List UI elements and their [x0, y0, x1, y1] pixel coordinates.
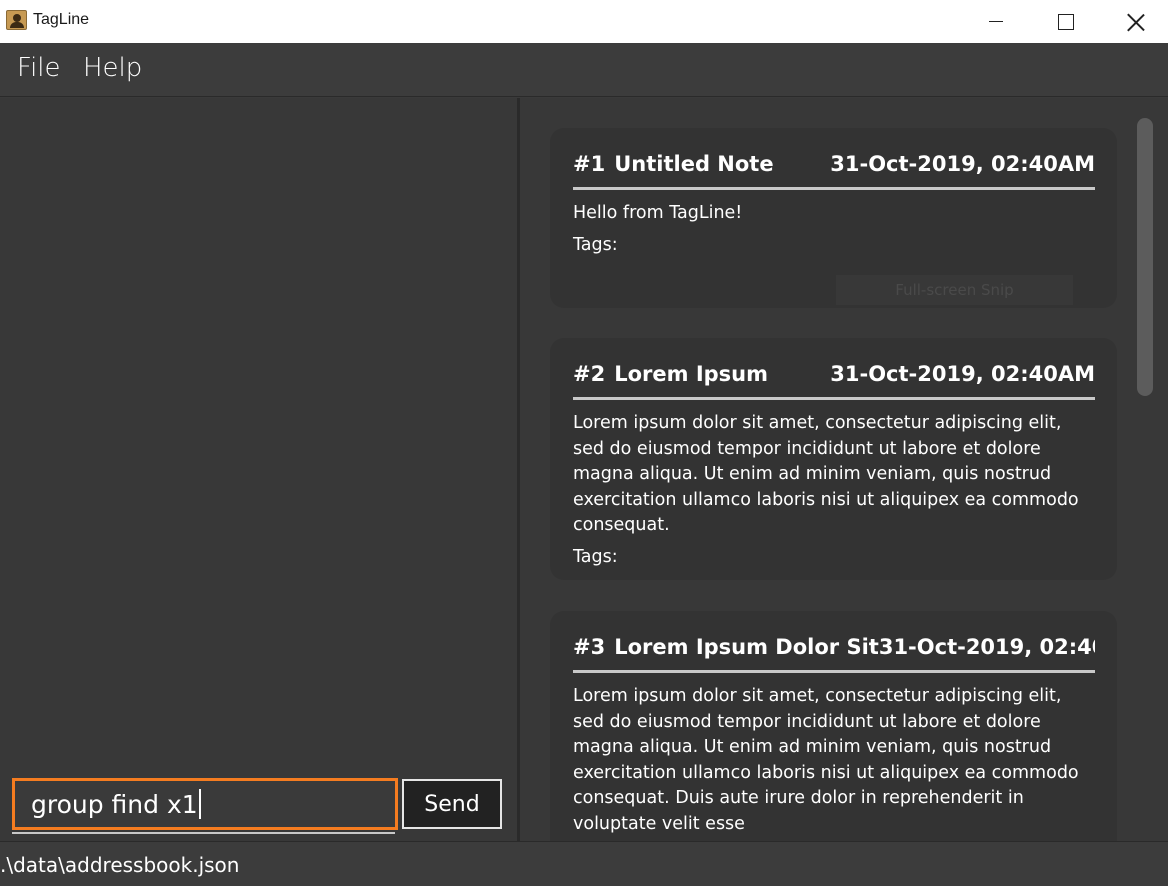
- window-title: TagLine: [33, 11, 90, 28]
- menu-file[interactable]: File: [17, 53, 61, 83]
- note-card-header: #2 Lorem Ipsum 31-Oct-2019, 02:40AM: [573, 362, 1095, 400]
- minimize-button[interactable]: [961, 0, 1031, 43]
- title-bar: TagLine: [0, 0, 1168, 43]
- note-content: Lorem ipsum dolor sit amet, consectetur …: [573, 413, 1079, 535]
- save-location-path: .\data\addressbook.json: [0, 853, 240, 877]
- snip-overlay-ghost: Full-screen Snip: [836, 275, 1073, 305]
- command-input-underline: [12, 832, 395, 834]
- note-tags-label: Tags:: [573, 234, 618, 255]
- text-caret: [198, 789, 201, 819]
- note-title: Lorem Ipsum Dolor Sit: [614, 635, 879, 659]
- send-button[interactable]: Send: [402, 779, 502, 829]
- note-card[interactable]: #2 Lorem Ipsum 31-Oct-2019, 02:40AM Lore…: [550, 338, 1117, 580]
- maximize-icon: [1058, 13, 1074, 30]
- minimize-icon: [989, 21, 1003, 22]
- note-card[interactable]: #3 Lorem Ipsum Dolor Sit 31-Oct-2019, 02…: [550, 611, 1117, 841]
- maximize-button[interactable]: [1031, 0, 1101, 43]
- note-date: 31-Oct-2019, 02:40AM: [830, 152, 1095, 176]
- note-index: #2: [573, 362, 606, 386]
- contact-book-icon: [6, 10, 27, 30]
- note-card[interactable]: #1 Untitled Note 31-Oct-2019, 02:40AM He…: [550, 128, 1117, 308]
- note-date: 31-Oct-2019, 02:40...: [878, 635, 1095, 659]
- scrollbar-thumb[interactable]: [1137, 118, 1153, 396]
- note-content: Lorem ipsum dolor sit amet, consectetur …: [573, 686, 1079, 834]
- note-card-header: #3 Lorem Ipsum Dolor Sit 31-Oct-2019, 02…: [573, 635, 1095, 673]
- menu-bar: File Help: [0, 43, 1168, 97]
- note-tags-label: Tags:: [573, 546, 618, 567]
- note-index: #1: [573, 152, 606, 176]
- close-icon: [1127, 13, 1145, 31]
- close-button[interactable]: [1101, 0, 1168, 43]
- result-display-panel: [0, 98, 517, 841]
- note-date: 31-Oct-2019, 02:40AM: [830, 362, 1095, 386]
- note-card-header: #1 Untitled Note 31-Oct-2019, 02:40AM: [573, 152, 1095, 190]
- note-index: #3: [573, 635, 606, 659]
- note-title: Untitled Note: [614, 152, 774, 176]
- note-list-panel: #1 Untitled Note 31-Oct-2019, 02:40AM He…: [520, 98, 1168, 841]
- note-title: Lorem Ipsum: [614, 362, 768, 386]
- command-input-text: group find x1: [31, 789, 198, 819]
- note-content: Hello from TagLine!: [573, 203, 743, 223]
- status-bar: .\data\addressbook.json: [0, 841, 1168, 886]
- command-input[interactable]: group find x1: [12, 778, 398, 830]
- menu-help[interactable]: Help: [83, 53, 142, 83]
